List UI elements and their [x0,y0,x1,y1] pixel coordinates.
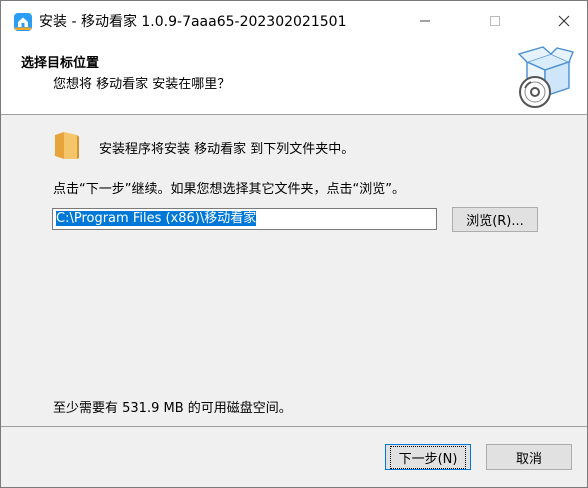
footer-divider [1,426,587,427]
maximize-button[interactable] [472,1,518,41]
window-title: 安装 - 移动看家 1.0.9-7aaa65-202302021501 [39,14,347,30]
installer-window: 安装 - 移动看家 1.0.9-7aaa65-202302021501 选择目标… [0,0,588,488]
instruction-text: 点击“下一步”继续。如果您想选择其它文件夹，点击“浏览”。 [53,182,405,197]
close-icon [558,15,570,27]
wizard-header: 选择目标位置 您想将 移动看家 安装在哪里？ [1,41,587,115]
maximize-icon [490,16,500,26]
title-bar[interactable]: 安装 - 移动看家 1.0.9-7aaa65-202302021501 [1,1,587,41]
disk-space-text: 至少需要有 531.9 MB 的可用磁盘空间。 [53,401,292,416]
page-subtitle: 您想将 移动看家 安装在哪里？ [53,77,231,92]
minimize-button[interactable] [402,1,448,41]
close-button[interactable] [541,1,587,41]
minimize-icon [420,20,430,22]
browse-button[interactable]: 浏览(R)... [452,207,538,232]
folder-icon [55,132,79,159]
install-path-value: C:\Program Files (x86)\移动看家 [56,211,257,226]
page-title: 选择目标位置 [21,56,100,71]
next-button[interactable]: 下一步(N) [385,444,471,470]
next-button-label: 下一步(N) [389,445,467,469]
setup-box-disc-icon [517,46,574,108]
cancel-button[interactable]: 取消 [486,444,572,470]
mobile-home-app-icon [14,13,32,31]
install-path-input[interactable]: C:\Program Files (x86)\移动看家 [52,208,437,230]
install-info-text: 安装程序将安装 移动看家 到下列文件夹中。 [99,142,355,157]
